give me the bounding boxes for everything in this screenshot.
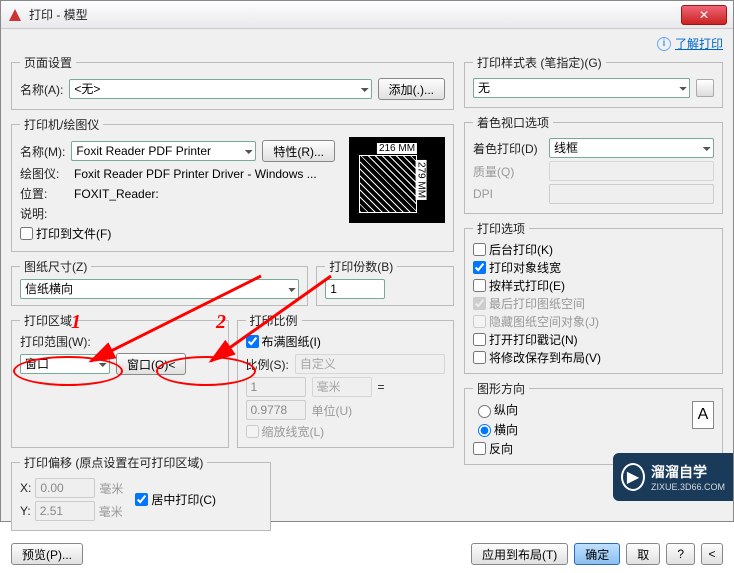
plot-stamp-checkbox[interactable]: 打开打印戳记(N): [473, 331, 578, 348]
watermark-site: ZIXUE.3D66.COM: [651, 482, 725, 492]
copies-group: 打印份数(B): [316, 258, 454, 306]
page-setup-legend: 页面设置: [20, 54, 76, 71]
scale-num2-input: [246, 400, 306, 420]
scale-unit2-label: 单位(U): [312, 402, 353, 419]
offset-x-input: [35, 478, 95, 498]
plot-options-legend: 打印选项: [473, 220, 529, 237]
ok-button[interactable]: 确定: [574, 543, 620, 565]
scale-unit1-select: 毫米: [312, 377, 372, 397]
watermark: ▶ 溜溜自学 ZIXUE.3D66.COM: [613, 453, 733, 501]
offset-y-unit: 毫米: [99, 503, 123, 520]
landscape-radio[interactable]: 横向: [473, 421, 518, 438]
offset-x-unit: 毫米: [99, 480, 123, 497]
page-name-select[interactable]: <无>: [69, 79, 371, 99]
close-button[interactable]: ✕: [681, 5, 727, 25]
paper-size-select[interactable]: 信纸横向: [20, 279, 299, 299]
printer-group: 打印机/绘图仪 名称(M): Foxit Reader PDF Printer …: [11, 116, 454, 252]
plot-with-styles-checkbox[interactable]: 按样式打印(E): [473, 277, 565, 294]
plot-offset-group: 打印偏移 (原点设置在可打印区域) X: 毫米 Y: 毫米: [11, 454, 271, 531]
copies-input[interactable]: [325, 279, 385, 299]
paper-width-label: 216 MM: [377, 143, 417, 154]
save-to-layout-checkbox[interactable]: 将修改保存到布局(V): [473, 349, 601, 366]
paper-size-legend: 图纸尺寸(Z): [20, 258, 91, 275]
plotter-label: 绘图仪:: [20, 165, 68, 182]
printer-name-label: 名称(M):: [20, 143, 65, 160]
apply-to-layout-button[interactable]: 应用到布局(T): [471, 543, 568, 565]
plot-offset-legend: 打印偏移 (原点设置在可打印区域): [20, 454, 207, 471]
scale-select: 自定义: [295, 354, 445, 374]
info-icon: i: [657, 37, 671, 51]
shaded-viewport-group: 着色视口选项 着色打印(D) 线框 质量(Q) DPI: [464, 114, 723, 214]
center-plot-checkbox[interactable]: 居中打印(C): [135, 491, 216, 508]
scale-label: 比例(S):: [246, 356, 289, 373]
printer-properties-button[interactable]: 特性(R)...: [262, 140, 335, 162]
preview-button[interactable]: 预览(P)...: [11, 543, 83, 565]
scale-lineweights-checkbox: 缩放线宽(L): [246, 423, 325, 440]
watermark-title: 溜溜自学: [651, 462, 725, 482]
window-title: 打印 - 模型: [29, 6, 681, 23]
help-button[interactable]: ?: [666, 543, 695, 565]
paper-height-label: 279 MM: [415, 160, 426, 200]
shade-plot-label: 着色打印(D): [473, 140, 543, 157]
shade-plot-select[interactable]: 线框: [549, 138, 714, 158]
scale-equals: =: [378, 380, 385, 394]
watermark-icon: ▶: [621, 463, 645, 491]
plot-scale-group: 打印比例 布满图纸(I) 比例(S): 自定义 毫米: [237, 312, 455, 448]
plot-scale-legend: 打印比例: [246, 312, 302, 329]
quality-select: [549, 161, 714, 181]
plot-area-group: 打印区域 打印范围(W): 窗口 窗口(O)<: [11, 312, 229, 448]
paper-preview: 216 MM 279 MM: [349, 137, 445, 223]
dpi-input: [549, 184, 714, 204]
offset-x-label: X:: [20, 481, 31, 495]
print-to-file-checkbox[interactable]: 打印到文件(F): [20, 225, 111, 242]
app-icon: [7, 7, 23, 23]
quality-label: 质量(Q): [473, 163, 543, 180]
shaded-viewport-legend: 着色视口选项: [473, 114, 553, 131]
plot-what-label: 打印范围(W):: [20, 333, 220, 350]
background-plot-checkbox[interactable]: 后台打印(K): [473, 241, 553, 258]
style-table-select[interactable]: 无: [473, 78, 690, 98]
portrait-radio[interactable]: 纵向: [473, 401, 518, 418]
learn-print-link[interactable]: 了解打印: [675, 35, 723, 52]
hide-paperspace-checkbox: 隐藏图纸空间对象(J): [473, 313, 599, 330]
printer-name-select[interactable]: Foxit Reader PDF Printer: [71, 141, 256, 161]
orientation-icon: A: [692, 401, 714, 429]
paperspace-last-checkbox: 最后打印图纸空间: [473, 295, 585, 312]
copies-legend: 打印份数(B): [325, 258, 397, 275]
upside-down-checkbox[interactable]: 反向: [473, 440, 513, 457]
plotter-value: Foxit Reader PDF Printer Driver - Window…: [74, 167, 317, 181]
paper-size-group: 图纸尺寸(Z) 信纸横向: [11, 258, 308, 306]
plot-area-legend: 打印区域: [20, 312, 76, 329]
add-page-setup-button[interactable]: 添加(.)...: [378, 78, 445, 100]
scale-num1-input: [246, 377, 306, 397]
style-table-group: 打印样式表 (笔指定)(G) 无: [464, 54, 723, 108]
description-label: 说明:: [20, 205, 68, 222]
printer-legend: 打印机/绘图仪: [20, 116, 103, 133]
plot-options-group: 打印选项 后台打印(K) 打印对象线宽 按样式打印(E) 最后打印图纸空间 隐藏…: [464, 220, 723, 374]
page-setup-group: 页面设置 名称(A): <无> 添加(.)...: [11, 54, 454, 110]
plot-what-select[interactable]: 窗口: [20, 354, 110, 374]
style-table-legend: 打印样式表 (笔指定)(G): [473, 54, 606, 71]
fit-to-paper-checkbox[interactable]: 布满图纸(I): [246, 333, 321, 350]
page-name-label: 名称(A):: [20, 81, 63, 98]
dpi-label: DPI: [473, 187, 543, 201]
edit-style-icon[interactable]: [696, 79, 714, 97]
plot-lineweights-checkbox[interactable]: 打印对象线宽: [473, 259, 561, 276]
location-label: 位置:: [20, 185, 68, 202]
location-value: FOXIT_Reader:: [74, 187, 159, 201]
window-pick-button[interactable]: 窗口(O)<: [116, 353, 186, 375]
collapse-button[interactable]: <: [701, 543, 723, 565]
offset-y-label: Y:: [20, 504, 31, 518]
orientation-legend: 图形方向: [473, 380, 529, 397]
cancel-button[interactable]: 取: [626, 543, 660, 565]
offset-y-input: [35, 501, 95, 521]
